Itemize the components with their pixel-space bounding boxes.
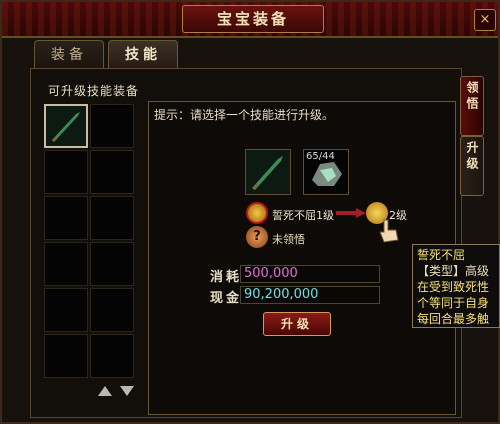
equipment-slot[interactable] — [44, 242, 88, 286]
cash-value: 90,200,000 — [240, 286, 380, 304]
cash-label: 现金 — [210, 291, 243, 306]
tab-upgrade-side-label: 升级 — [465, 141, 479, 173]
equipment-slot[interactable] — [90, 104, 134, 148]
upgradable-equipment-label: 可升级技能装备 — [48, 84, 140, 98]
upgrade-info-panel — [148, 101, 456, 415]
tooltip-desc-line: 个等同于自身 — [417, 296, 490, 310]
tab-equipment[interactable]: 装备 — [34, 40, 104, 69]
tooltip-desc-line: 每回合最多触 — [417, 312, 490, 326]
equipment-slot[interactable] — [44, 150, 88, 194]
cost-label: 消耗 — [210, 270, 243, 285]
equipment-slot[interactable] — [44, 196, 88, 240]
upgrade-button[interactable]: 升级 — [263, 312, 331, 336]
tab-skill[interactable]: 技能 — [108, 40, 178, 69]
window-title: 宝宝装备 — [182, 5, 324, 33]
tab-upgrade-side[interactable]: 升级 — [460, 136, 484, 196]
skill-status: 未领悟 — [272, 233, 305, 246]
arrow-right-icon — [336, 208, 366, 218]
equipment-preview-slot[interactable] — [245, 149, 291, 195]
equipment-slot[interactable] — [90, 196, 134, 240]
equipment-slot[interactable] — [90, 288, 134, 332]
material-count: 65/44 — [306, 151, 335, 162]
equipment-slot[interactable] — [90, 150, 134, 194]
equipment-slot[interactable] — [44, 334, 88, 378]
hint-text: 提示：请选择一个技能进行升级。 — [154, 108, 335, 122]
tooltip-desc-line: 在受到致死性 — [417, 280, 490, 294]
equipment-slot[interactable] — [90, 242, 134, 286]
pointer-hand-icon — [379, 219, 399, 243]
title-bar[interactable]: 宝宝装备 × — [2, 2, 498, 38]
sword-icon — [46, 106, 86, 146]
equipment-slot[interactable] — [44, 104, 88, 148]
current-skill-level: 誓死不屈1级 — [272, 209, 334, 222]
tab-comprehend-label: 领悟 — [465, 81, 479, 113]
equipment-slot[interactable] — [90, 334, 134, 378]
tab-comprehend[interactable]: 领悟 — [460, 76, 484, 136]
tooltip-type: 【类型】高级 — [417, 264, 490, 278]
tooltip-skill-name: 誓死不屈 — [417, 248, 466, 262]
close-button[interactable]: × — [474, 9, 496, 31]
sword-icon — [246, 150, 290, 194]
question-icon[interactable]: ? — [246, 226, 268, 248]
skill-tooltip: 誓死不屈 【类型】高级 在受到致死性 个等同于自身 每回合最多触 — [412, 244, 500, 328]
gold-fist-icon[interactable] — [246, 202, 268, 224]
equipment-slot[interactable] — [44, 288, 88, 332]
cost-value: 500,000 — [240, 265, 380, 283]
